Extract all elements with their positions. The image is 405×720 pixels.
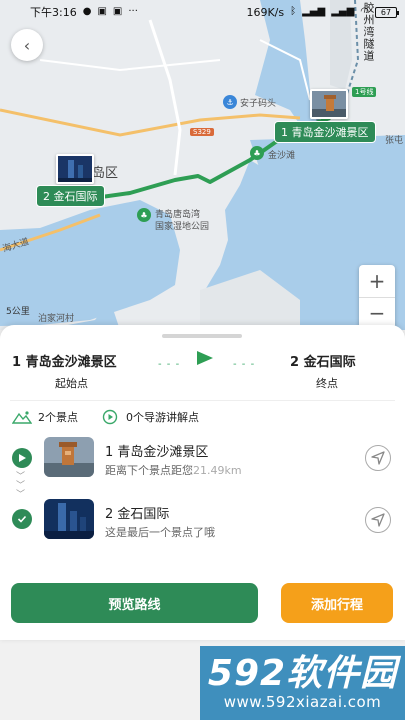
divider	[10, 400, 395, 401]
battery-level: 67	[380, 7, 392, 17]
wechat-icon: ●	[82, 6, 92, 17]
watermark-logo: 592软件园 www.592xiazai.com	[200, 646, 405, 720]
navigation-arrow-icon	[371, 451, 385, 465]
list-item[interactable]: 2 金石国际 这是最后一个景点了哦	[0, 499, 405, 545]
chevron-down-icon: ﹀	[16, 472, 26, 482]
zoom-control: + −	[359, 265, 395, 329]
check-icon	[12, 509, 32, 529]
signal-icon: ▂▄▆	[302, 6, 326, 17]
map-label-district: 岛区	[92, 166, 119, 181]
navigate-button[interactable]	[365, 507, 391, 533]
route-summary: 1 青岛金沙滩景区 起始点 - - - - - - 2 金石国际 终点	[0, 349, 405, 393]
watermark-text: 软件园	[286, 653, 398, 694]
map-label-pier: 安子码头	[240, 99, 277, 109]
drag-handle[interactable]	[162, 334, 242, 338]
spot-count: 2个景点	[12, 409, 78, 425]
watermark-number: 592	[207, 653, 287, 694]
marker-label-2: 2 金石国际	[36, 185, 105, 207]
spot-desc: 距离下个景点距您21.49km	[105, 462, 242, 478]
marker-label-1: 1 青岛金沙滩景区	[274, 121, 376, 143]
route-dash-left: - - -	[158, 359, 181, 370]
guide-count: 0个导游讲解点	[100, 409, 199, 425]
guide-count-label: 0个导游讲解点	[126, 411, 199, 424]
route-end-name: 2 金石国际	[290, 355, 356, 370]
bluetooth-icon: ᛒ	[290, 6, 297, 17]
add-itinerary-button[interactable]: 添加行程	[281, 583, 393, 623]
battery-icon: 67	[375, 6, 399, 18]
navigate-button[interactable]	[365, 445, 391, 471]
route-start-name: 1 青岛金沙滩景区	[12, 355, 117, 370]
spot-name: 2 金石国际	[105, 507, 170, 522]
play-circle-icon	[100, 409, 120, 425]
status-net-speed: 169K/s	[246, 5, 285, 19]
road-tag-s329: S329	[190, 128, 214, 136]
map-label-wetland-2: 国家湿地公园	[155, 222, 210, 232]
spot-count-label: 2个景点	[38, 411, 78, 424]
map-label-zhang: 张屯	[385, 136, 404, 146]
route-start-label: 起始点	[55, 377, 88, 390]
message-icon: ▣	[112, 6, 123, 17]
marker-thumb	[310, 89, 348, 119]
map-view[interactable]: 胶州湾隧道 岛区 安子码头 ⚓ 金沙滩 ♣ 青岛唐岛湾 国家湿地公园 ♣ 海大道…	[0, 0, 405, 330]
chevron-down-icon: ﹀	[16, 481, 26, 491]
spot-distance: 21.49km	[193, 464, 242, 477]
marker-thumb	[56, 154, 94, 184]
navigation-arrow-icon	[371, 513, 385, 527]
status-time: 下午3:16	[30, 6, 77, 19]
map-label-jinshatan: 金沙滩	[268, 151, 296, 161]
status-bar: 下午3:16 ● ▣ ▣ ··· 169K/s ᛒ ▂▄▆ ▂▄▆ ◠ 67	[0, 0, 405, 24]
road-tag-line1: 1号线	[352, 87, 377, 97]
back-button[interactable]: ‹	[11, 29, 43, 61]
spot-desc: 这是最后一个景点了哦	[105, 526, 215, 539]
route-end-label: 终点	[316, 377, 338, 390]
signal-icon: ▂▄▆	[331, 6, 355, 17]
route-dash-right: - - -	[233, 359, 256, 370]
chevron-down-icon: ﹀	[16, 490, 26, 500]
spot-thumbnail	[44, 437, 94, 477]
arrow-right-icon	[197, 351, 213, 365]
spot-desc-text: 距离下个景点距您	[105, 464, 193, 477]
route-sheet: 1 青岛金沙滩景区 起始点 - - - - - - 2 金石国际 终点 2个景点…	[0, 325, 405, 640]
park-icon: ♣	[137, 208, 151, 222]
preview-route-button[interactable]: 预览路线	[11, 583, 258, 623]
map-scale-label: 5公里	[6, 307, 30, 317]
route-counts: 2个景点 0个导游讲解点	[12, 409, 199, 425]
mountain-icon	[12, 410, 32, 424]
spot-name: 1 青岛金沙滩景区	[105, 445, 209, 460]
message-icon: ▣	[97, 6, 107, 17]
play-icon	[12, 448, 32, 468]
list-item[interactable]: 1 青岛金沙滩景区 距离下个景点距您21.49km	[0, 437, 405, 483]
park-icon: ♣	[250, 146, 264, 160]
anchor-icon: ⚓	[223, 95, 237, 109]
watermark-title: 592软件园	[208, 655, 397, 693]
wifi-icon: ◠	[360, 6, 369, 17]
spot-thumbnail	[44, 499, 94, 539]
map-label-river: 泊家河村	[38, 314, 75, 324]
more-icon: ···	[128, 6, 138, 17]
zoom-in-button[interactable]: +	[359, 265, 395, 297]
watermark-url: www.592xiazai.com	[223, 693, 382, 711]
chevron-left-icon: ‹	[23, 35, 31, 55]
